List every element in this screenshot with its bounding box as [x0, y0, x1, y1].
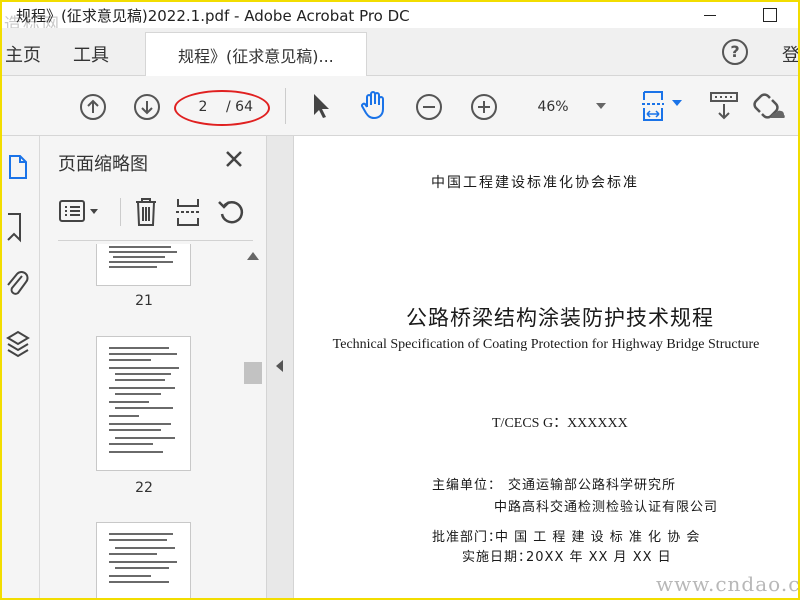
thumbnail-label: 22 [135, 480, 153, 496]
page-fit-icon[interactable] [640, 88, 686, 124]
window-title: 规程》(征求意见稿)2022.1.pdf - Adobe Acrobat Pro… [16, 7, 410, 25]
document-view[interactable]: 中国工程建设标准化协会标准 公路桥梁结构涂装防护技术规程 Technical S… [294, 136, 798, 598]
zoom-level-input[interactable]: 46% [523, 96, 583, 118]
zoom-in-icon[interactable] [470, 93, 498, 121]
main-toolbar: 2 / 64 46% [2, 76, 798, 136]
tab-document[interactable]: 规程》(征求意见稿)... [145, 32, 367, 76]
document-header: 中国工程建设标准化协会标准 [431, 175, 639, 191]
share-link-icon[interactable] [752, 90, 786, 122]
thumbnail-label: 21 [135, 293, 153, 309]
rotate-icon[interactable] [216, 196, 246, 228]
scroll-mode-icon[interactable] [709, 90, 739, 122]
chief-editor-value-2: 中路高科交通检测检验认证有限公司 [494, 500, 719, 515]
minimize-icon[interactable] [699, 4, 721, 26]
zoom-out-icon[interactable] [415, 93, 443, 121]
app-window: 造标网 规程》(征求意见稿)2022.1.pdf - Adobe Acrobat… [0, 0, 800, 600]
page-thumbnails-icon[interactable] [6, 152, 34, 184]
approval-label: 批准部门： [432, 530, 503, 545]
attachment-icon[interactable] [6, 268, 34, 302]
close-icon[interactable] [223, 148, 245, 170]
collapse-left-icon[interactable] [276, 360, 283, 372]
effective-date-value: 20XX 年 XX 月 XX 日 [526, 550, 672, 565]
hand-icon[interactable] [359, 89, 389, 121]
prev-page-icon[interactable] [79, 93, 107, 121]
delete-icon[interactable] [132, 196, 160, 228]
panel-toolbar [58, 194, 253, 230]
tab-bar: 主页 工具 规程》(征求意见稿)... ? 登 [2, 28, 798, 76]
panel-tools-divider [120, 198, 121, 226]
effective-date-label: 实施日期： [462, 550, 533, 565]
thumbnail-page-23[interactable] [96, 522, 191, 598]
tab-tools[interactable]: 工具 [73, 41, 109, 67]
navigation-rail [2, 136, 40, 598]
thumbnail-page-21[interactable] [96, 244, 191, 286]
title-bar: 造标网 规程》(征求意见稿)2022.1.pdf - Adobe Acrobat… [2, 2, 798, 35]
document-tab-label: 规程》(征求意见稿)... [178, 47, 334, 66]
annotation-highlight-ellipse [174, 90, 270, 126]
thumbnail-scrollbar[interactable] [242, 244, 262, 598]
select-arrow-icon[interactable] [309, 91, 333, 121]
thumbnail-page-22[interactable] [96, 336, 191, 471]
scrollbar-thumb[interactable] [244, 362, 262, 384]
panel-collapse-handle[interactable] [266, 136, 294, 598]
scroll-up-icon[interactable] [247, 252, 259, 260]
approval-value: 中 国 工 程 建 设 标 准 化 协 会 [495, 530, 701, 545]
chief-editor-label: 主编单位： [432, 478, 503, 493]
help-icon[interactable]: ? [722, 39, 748, 65]
options-menu-icon[interactable] [58, 198, 104, 226]
chief-editor-value: 交通运输部公路科学研究所 [508, 478, 677, 493]
maximize-icon[interactable] [759, 4, 781, 26]
document-title: 公路桥梁结构涂装防护技术规程 [406, 306, 714, 330]
next-page-icon[interactable] [133, 93, 161, 121]
login-button[interactable]: 登 [782, 41, 798, 67]
thumbnails-panel: 页面缩略图 21 22 [40, 136, 266, 598]
site-watermark-bottom: www.cndao.com [656, 572, 800, 596]
toolbar-divider [285, 88, 286, 124]
bookmark-icon[interactable] [6, 210, 34, 244]
extract-pages-icon[interactable] [174, 196, 202, 228]
panel-title: 页面缩略图 [58, 154, 148, 175]
document-code: T/CECS G：XXXXXX [492, 416, 628, 431]
tab-home[interactable]: 主页 [5, 41, 41, 67]
panel-divider [58, 240, 253, 241]
document-subtitle: Technical Specification of Coating Prote… [332, 337, 760, 352]
zoom-dropdown-icon[interactable] [596, 103, 606, 109]
layers-icon[interactable] [6, 326, 34, 360]
